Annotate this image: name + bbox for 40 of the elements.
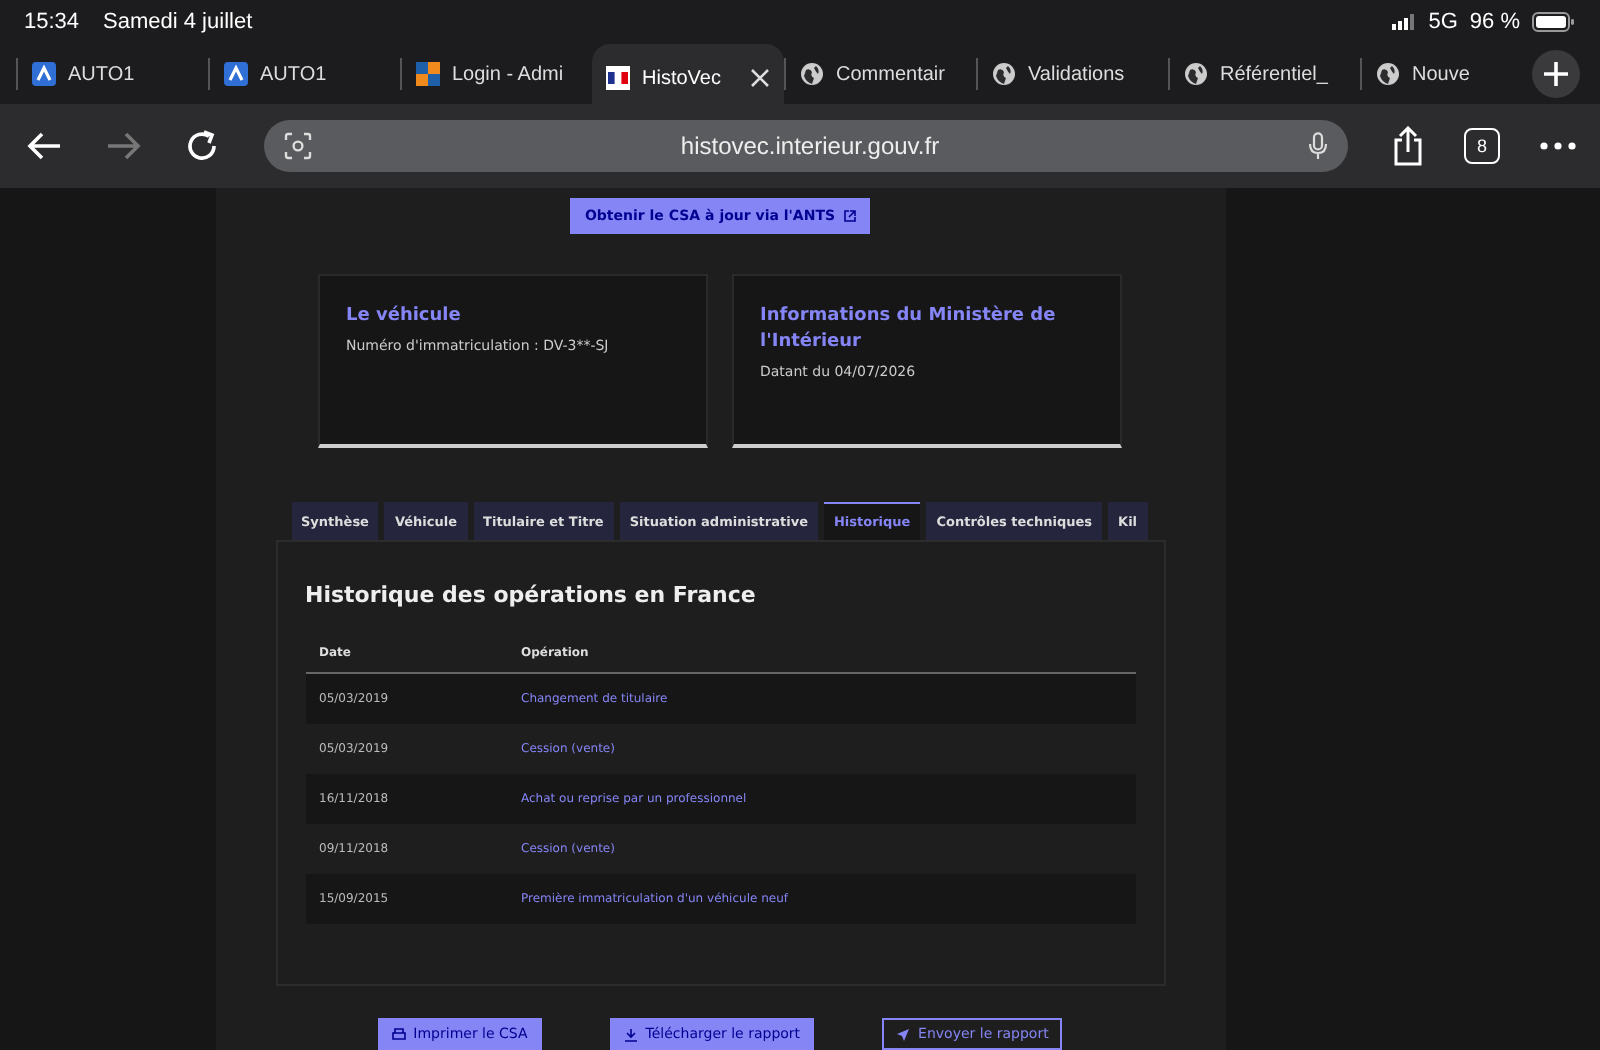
status-time: 15:34 [24, 10, 80, 34]
browser-tab[interactable]: Login - Admi [400, 58, 592, 90]
favicon-icon [224, 62, 248, 86]
browser-tab[interactable]: Commentair [784, 58, 976, 90]
download-icon [623, 1027, 638, 1041]
browser-tab[interactable]: Validations [976, 58, 1168, 90]
card-title: Informations du Ministère de l'Intérieur [760, 304, 1058, 356]
back-icon[interactable] [24, 130, 64, 162]
url-text: histovec.interieur.gouv.fr [678, 132, 942, 160]
panel-title: Historique des opérations en France [305, 582, 758, 608]
flag-icon [606, 66, 630, 90]
send-icon [896, 1027, 911, 1041]
tab-count-button[interactable]: 8 [1464, 128, 1500, 164]
network-label: 5G [1428, 10, 1458, 34]
globe-icon [992, 62, 1016, 86]
battery-percent: 96 % [1469, 10, 1520, 34]
favicon-icon [416, 62, 440, 86]
favicon-icon [32, 62, 56, 86]
globe-icon [800, 62, 824, 86]
printer-icon [391, 1027, 406, 1041]
signal-icon [1392, 14, 1417, 30]
browser-tab[interactable]: AUTO1 [16, 58, 208, 90]
globe-icon [1376, 62, 1400, 86]
card-title: Le véhicule [346, 304, 463, 330]
reload-icon[interactable] [184, 128, 220, 164]
browser-tab[interactable]: AUTO1 [208, 58, 400, 90]
address-bar[interactable]: histovec.interieur.gouv.fr [264, 120, 1348, 172]
close-icon[interactable] [750, 68, 770, 88]
new-tab-button[interactable] [1532, 50, 1580, 98]
browser-tab[interactable]: Référentiel_ [1168, 58, 1360, 90]
external-link-icon [843, 210, 856, 222]
plus-icon [1542, 60, 1570, 88]
share-icon[interactable] [1392, 126, 1424, 166]
browser-tab[interactable]: HistoVec [592, 44, 784, 104]
status-date: Samedi 4 juillet [103, 10, 253, 34]
more-icon[interactable] [1540, 142, 1576, 150]
globe-icon [1184, 62, 1208, 86]
camera-search-icon[interactable] [284, 132, 312, 160]
battery-icon [1532, 12, 1576, 32]
microphone-icon[interactable] [1308, 132, 1328, 160]
